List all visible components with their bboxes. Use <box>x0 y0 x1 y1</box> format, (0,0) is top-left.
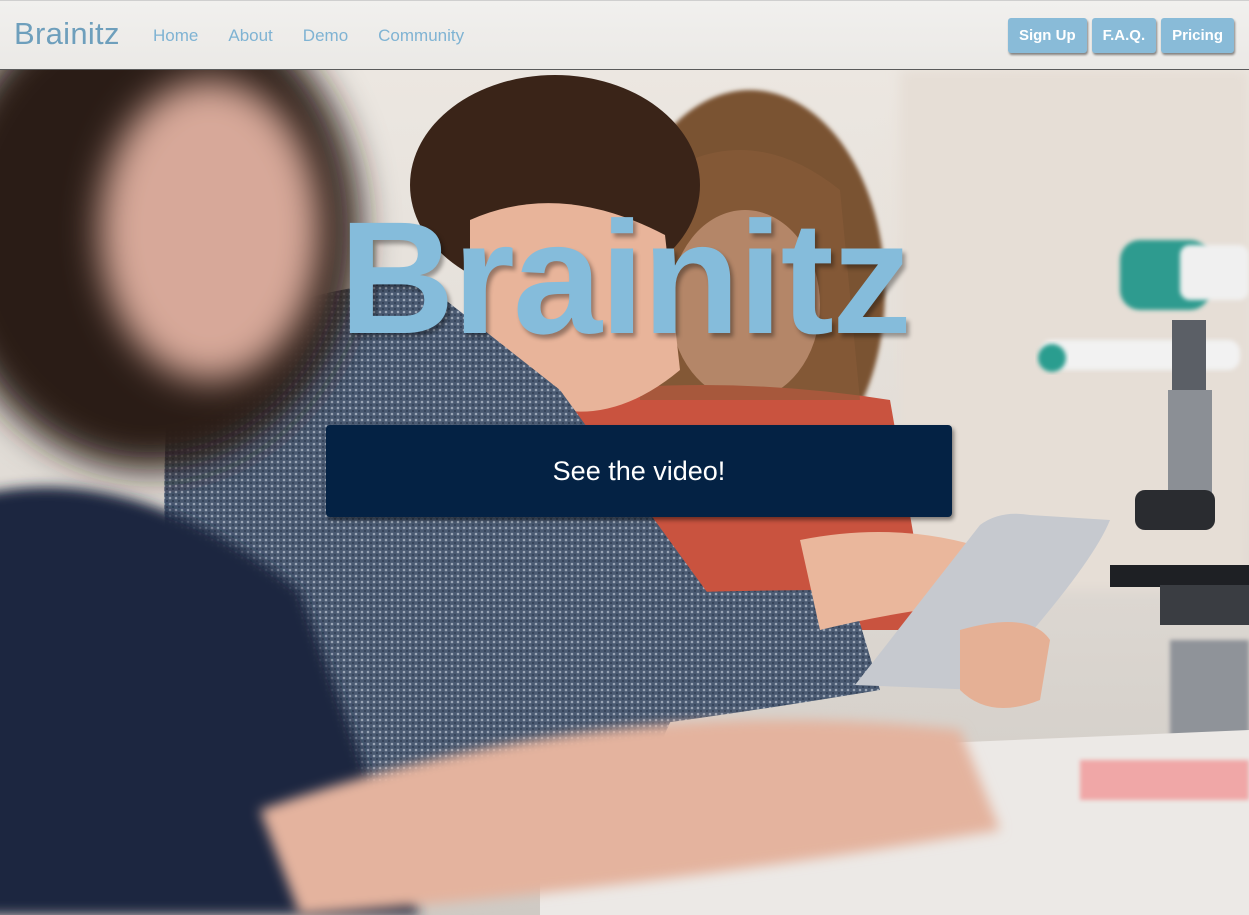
nav-link-home[interactable]: Home <box>153 26 198 46</box>
sign-up-button[interactable]: Sign Up <box>1007 18 1087 53</box>
nav-links: Home About Demo Community <box>153 26 494 46</box>
nav-link-about[interactable]: About <box>228 26 272 46</box>
brand-logo-link[interactable]: Brainitz <box>14 16 120 52</box>
pricing-button[interactable]: Pricing <box>1161 18 1234 53</box>
faq-button[interactable]: F.A.Q. <box>1091 18 1157 53</box>
hero-title: Brainitz <box>339 188 912 367</box>
nav-link-community[interactable]: Community <box>378 26 464 46</box>
see-video-button[interactable]: See the video! <box>326 425 952 517</box>
nav-buttons: Sign Up F.A.Q. Pricing <box>1007 18 1234 53</box>
nav-link-demo[interactable]: Demo <box>303 26 348 46</box>
landing-page: Brainitz Home About Demo Community Sign … <box>0 0 1249 915</box>
top-navbar: Brainitz Home About Demo Community Sign … <box>0 0 1249 70</box>
